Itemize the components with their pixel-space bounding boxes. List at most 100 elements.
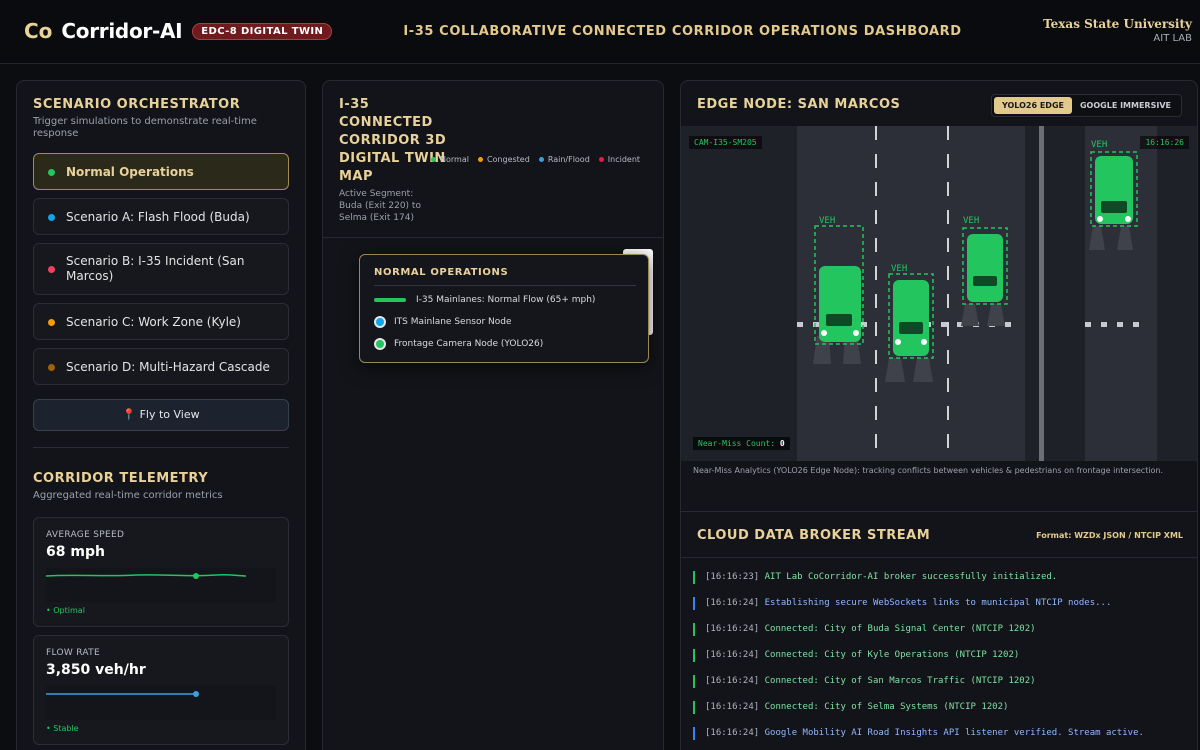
camera-node-icon — [374, 338, 386, 350]
stream-title: CLOUD DATA BROKER STREAM — [697, 528, 931, 543]
status-dot — [48, 318, 55, 326]
log-timestamp: [16:16:24] — [705, 624, 760, 634]
popup-title: NORMAL OPERATIONS — [374, 267, 509, 278]
legend-label: Rain/Flood — [547, 155, 590, 164]
popup-sensor-row: ITS Mainlane Sensor Node — [374, 316, 512, 328]
log-message: Connected: City of Buda Signal Center (N… — [764, 624, 1036, 634]
stream-format: Format: WZDx JSON / NTCIP XML — [1036, 531, 1183, 540]
flow-sparkline — [46, 686, 276, 720]
log-message: Google Mobility AI Road Insights API lis… — [764, 728, 1144, 738]
flow-line-icon — [374, 298, 406, 302]
scenario-normal-button[interactable]: Normal Operations — [33, 153, 289, 190]
active-segment: Active Segment: Buda (Exit 220) to Selma… — [339, 189, 421, 223]
legend-dot — [598, 157, 604, 162]
divider — [681, 511, 1197, 512]
telemetry-header: CORRIDOR TELEMETRY Aggregated real-time … — [33, 471, 223, 502]
legend-label: Congested — [486, 155, 530, 164]
log-message: Connected: City of San Marcos Traffic (N… — [764, 676, 1036, 686]
log-line: [16:16:24] Connected: City of Buda Signa… — [693, 623, 1183, 636]
orchestrator-title: SCENARIO ORCHESTRATOR — [33, 97, 241, 112]
popup-divider — [374, 285, 636, 286]
vehicle-label: VEH — [819, 216, 835, 226]
legend-dot — [538, 157, 544, 162]
log-line: [16:16:24] Establishing secure WebSocket… — [693, 597, 1183, 610]
log-timestamp: [16:16:24] — [705, 650, 760, 660]
popup-camera-row: Frontage Camera Node (YOLO26) — [374, 338, 543, 350]
lab-name: AIT LAB — [1153, 33, 1192, 44]
scenario-d-button[interactable]: Scenario D: Multi-Hazard Cascade — [33, 348, 289, 385]
scenario-label: Scenario C: Work Zone (Kyle) — [66, 314, 241, 329]
vehicle-label: VEH — [963, 216, 979, 226]
card-label: FLOW RATE — [46, 648, 100, 658]
divider — [681, 557, 1197, 558]
popup-sensor-text: ITS Mainlane Sensor Node — [394, 317, 512, 327]
view-toggle: YOLO26 EDGE GOOGLE IMMERSIVE — [991, 94, 1182, 117]
legend-label: Normal — [440, 155, 469, 164]
university-block: Texas State University AIT LAB — [1043, 17, 1192, 44]
top-header: Co Corridor-AI EDC-8 DIGITAL TWIN I-35 C… — [0, 0, 1200, 64]
status-dot — [48, 266, 55, 273]
legend-normal: Normal — [431, 155, 469, 164]
fly-to-view-button[interactable]: 📍 Fly to View — [33, 399, 289, 431]
near-miss-value: 0 — [779, 439, 785, 448]
yolo-edge-tab[interactable]: YOLO26 EDGE — [994, 97, 1072, 114]
status-dot — [48, 168, 55, 176]
telemetry-card-speed: AVERAGE SPEED 68 mph • Optimal — [33, 517, 289, 627]
scenario-b-button[interactable]: Scenario B: I-35 Incident (San Marcos) — [33, 243, 289, 295]
card-label: AVERAGE SPEED — [46, 530, 125, 540]
log-line: [16:16:24] Connected: City of San Marcos… — [693, 675, 1183, 688]
status-dot — [48, 363, 55, 371]
map-panel: I-35 CONNECTED CORRIDOR 3D DIGITAL TWIN … — [322, 80, 664, 750]
scenario-c-button[interactable]: Scenario C: Work Zone (Kyle) — [33, 303, 289, 340]
legend-dot — [477, 157, 483, 162]
log-line: [16:16:24] Connected: City of Kyle Opera… — [693, 649, 1183, 662]
card-status: • Optimal — [46, 606, 85, 615]
near-miss-counter: Near-Miss Count: 0 — [693, 437, 790, 450]
popup-flow-row: I-35 Mainlanes: Normal Flow (65+ mph) — [374, 295, 595, 305]
map-legend: Normal Congested Rain/Flood Incident — [431, 155, 649, 164]
scenario-label: Normal Operations — [66, 164, 194, 179]
google-immersive-tab[interactable]: GOOGLE IMMERSIVE — [1072, 97, 1179, 114]
camera-time-label: 16:16:26 — [1140, 136, 1189, 149]
popup-flow-text: I-35 Mainlanes: Normal Flow (65+ mph) — [416, 295, 596, 305]
log-timestamp: [16:16:24] — [705, 676, 760, 686]
log-message: Establishing secure WebSockets links to … — [764, 598, 1112, 608]
camera-feed: VEH VEH VEH VEH CAM-I35-SM205 16:16:26 — [681, 126, 1197, 461]
legend-rain-flood: Rain/Flood — [538, 155, 590, 164]
vehicle-label: VEH — [1091, 140, 1107, 150]
left-panel: SCENARIO ORCHESTRATOR Trigger simulation… — [16, 80, 306, 750]
dashboard-title: I-35 COLLABORATIVE CONNECTED CORRIDOR OP… — [403, 24, 962, 39]
log-timestamp: [16:16:23] — [705, 572, 760, 582]
map-header: I-35 CONNECTED CORRIDOR 3D DIGITAL TWIN … — [323, 81, 663, 238]
telemetry-card-flow: FLOW RATE 3,850 veh/hr • Stable — [33, 635, 289, 745]
card-value: 68 mph — [46, 544, 105, 560]
telemetry-title: CORRIDOR TELEMETRY — [33, 471, 209, 486]
legend-congested: Congested — [477, 155, 530, 164]
scenario-label: Scenario D: Multi-Hazard Cascade — [66, 359, 270, 374]
telemetry-subtitle: Aggregated real-time corridor metrics — [33, 490, 223, 501]
log-message: Connected: City of Selma Systems (NTCIP … — [764, 702, 1009, 712]
log-line: [16:16:24] Connected: City of Selma Syst… — [693, 701, 1183, 714]
edge-node-title: EDGE NODE: SAN MARCOS — [697, 97, 901, 112]
log-line: [16:16:23] AIT Lab CoCorridor-AI broker … — [693, 571, 1183, 584]
log-line: [16:16:24] Google Mobility AI Road Insig… — [693, 727, 1183, 740]
log-timestamp: [16:16:24] — [705, 598, 760, 608]
university-name: Texas State University — [1043, 17, 1192, 31]
speed-sparkline — [46, 568, 276, 602]
near-miss-label: Near-Miss Count: — [698, 439, 776, 448]
log-timestamp: [16:16:24] — [705, 728, 760, 738]
legend-incident: Incident — [598, 155, 640, 164]
legend-dot — [431, 157, 436, 162]
camera-feed-scene: VEH VEH VEH VEH — [681, 126, 1197, 461]
orchestrator-subtitle: Trigger simulations to demonstrate real-… — [33, 116, 257, 139]
scenario-label: Scenario A: Flash Flood (Buda) — [66, 209, 250, 224]
sensor-node-icon — [374, 316, 386, 328]
scenario-a-button[interactable]: Scenario A: Flash Flood (Buda) — [33, 198, 289, 235]
scenario-label: Scenario B: I-35 Incident (San Marcos) — [66, 254, 245, 283]
log-timestamp: [16:16:24] — [705, 702, 760, 712]
edge-caption: Near-Miss Analytics (YOLO26 Edge Node): … — [693, 466, 1164, 475]
orchestrator-header: SCENARIO ORCHESTRATOR Trigger simulation… — [33, 97, 291, 140]
status-dot — [48, 213, 55, 221]
log-message: AIT Lab CoCorridor-AI broker successfull… — [764, 572, 1058, 582]
camera-id-label: CAM-I35-SM205 — [689, 136, 762, 149]
